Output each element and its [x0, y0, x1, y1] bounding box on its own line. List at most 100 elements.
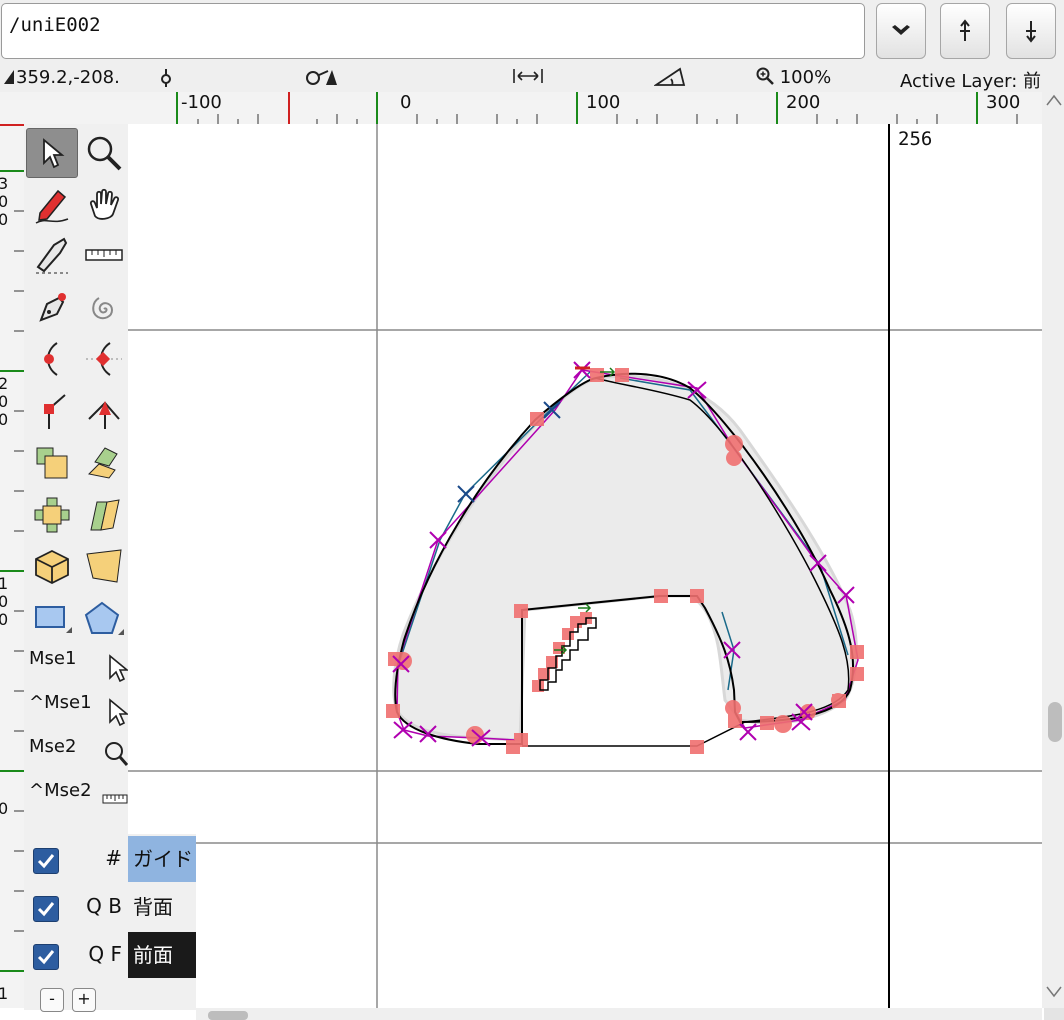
- ruler-ticks: [176, 92, 1018, 124]
- pentagon-icon: [84, 601, 124, 635]
- magnify-tool[interactable]: [78, 128, 130, 178]
- pencil-red-icon: [35, 189, 69, 224]
- layer-name[interactable]: ガイド: [128, 836, 196, 882]
- point-info-icon: [158, 67, 174, 92]
- info-bar: 359.2,-208. 100% Active Layer: 前: [0, 66, 1064, 92]
- flip-icon: [34, 497, 70, 533]
- rectangle-icon: [35, 606, 72, 633]
- menu-button[interactable]: [876, 3, 926, 59]
- perspective-tool[interactable]: [78, 542, 130, 592]
- glyph-canvas[interactable]: [128, 124, 1042, 1008]
- tangent-point-tool[interactable]: [78, 386, 130, 436]
- arrow-down-bar-icon: [1026, 21, 1036, 43]
- corner-point-tool[interactable]: [26, 386, 78, 436]
- vruler-label: 1: [0, 574, 9, 593]
- distance-icon: [512, 67, 544, 90]
- hand-icon: [89, 188, 120, 220]
- knife-tool[interactable]: [26, 230, 78, 280]
- hruler-label: 100: [586, 92, 621, 113]
- glyph-name-input[interactable]: /uniE002: [1, 3, 865, 59]
- ruler-tool[interactable]: [78, 230, 130, 280]
- layer-row-guide[interactable]: # ガイド: [24, 836, 196, 882]
- layer-visible-checkbox[interactable]: [33, 944, 59, 970]
- layer-flag: Q F: [88, 942, 122, 966]
- layers-panel: # ガイド Q B 背面 Q F 前面 - +: [24, 834, 196, 1012]
- ctrl-mouse1-pointer-icon: [109, 698, 128, 726]
- toolbox-palette: Mse1 ^Mse1 Mse2 ^Mse2: [24, 124, 128, 834]
- active-layer-readout: Active Layer: 前: [900, 71, 1042, 92]
- flip-tool[interactable]: [26, 490, 78, 540]
- remove-layer-button[interactable]: -: [40, 988, 64, 1012]
- polygon-tool[interactable]: [78, 594, 130, 644]
- corner-point-icon: [44, 394, 66, 429]
- pointer-tool[interactable]: [26, 128, 78, 178]
- vertical-ruler: 3 0 0 2 0 0 1 0 0 0 1: [0, 124, 25, 1008]
- scale-tool[interactable]: [26, 438, 78, 488]
- vruler-label: 0: [0, 410, 9, 429]
- mouse-binding-label: ^Mse1: [29, 692, 92, 713]
- hruler-label: 300: [986, 92, 1021, 113]
- hruler-label: 0: [400, 92, 412, 113]
- layer-name[interactable]: 背面: [128, 884, 196, 930]
- layer-row-foreground[interactable]: Q F 前面: [24, 932, 196, 978]
- rotate-tool[interactable]: [78, 438, 130, 488]
- vruler-label: 0: [0, 592, 9, 611]
- layer-row-background[interactable]: Q B 背面: [24, 884, 196, 930]
- 3d-rotate-tool[interactable]: [26, 542, 78, 592]
- skew-icon: [90, 499, 120, 531]
- vruler-label: 0: [0, 192, 9, 211]
- pen-tool[interactable]: [26, 284, 78, 334]
- mouse-binding-label: Mse1: [29, 648, 77, 669]
- pen-nib-icon: [39, 293, 66, 322]
- mouse1-pointer-icon: [109, 654, 128, 682]
- checkmark-icon: [37, 950, 55, 965]
- curve-point-icon: [44, 342, 58, 376]
- angle-icon: [653, 67, 686, 92]
- layer-flag: Q B: [86, 894, 122, 918]
- scroll-up-arrow-icon[interactable]: [1046, 94, 1062, 106]
- vertical-scroll-thumb[interactable]: [1048, 702, 1062, 742]
- horizontal-scroll-thumb[interactable]: [208, 1011, 248, 1020]
- horizontal-scrollbar[interactable]: [196, 1008, 1042, 1020]
- vruler-ticks: [0, 124, 24, 972]
- hruler-label: 200: [786, 92, 821, 113]
- magnify-icon: [87, 136, 122, 171]
- hvcurve-point-tool[interactable]: [78, 334, 130, 384]
- checkmark-icon: [37, 854, 55, 869]
- rectangle-tool[interactable]: [26, 594, 78, 644]
- resize-grip[interactable]: [1044, 1008, 1064, 1020]
- layer-visible-checkbox[interactable]: [33, 896, 59, 922]
- add-layer-button[interactable]: +: [72, 988, 96, 1012]
- skew-tool[interactable]: [78, 490, 130, 540]
- previous-glyph-button[interactable]: [940, 3, 990, 59]
- perspective-icon: [86, 549, 122, 583]
- advance-width-label: 256: [898, 128, 933, 150]
- next-glyph-button[interactable]: [1006, 3, 1056, 59]
- chevron-down-icon: [892, 25, 910, 35]
- layer-flag: #: [105, 846, 122, 870]
- layer-visible-checkbox[interactable]: [33, 848, 59, 874]
- knife-icon: [36, 237, 68, 274]
- cursor-arrow-icon: [4, 70, 14, 84]
- vruler-label: 1: [0, 984, 9, 1003]
- vertical-scrollbar[interactable]: [1042, 92, 1064, 1008]
- mouse-binding-label: ^Mse2: [29, 780, 92, 801]
- selection-info-icon: [304, 67, 338, 92]
- scroll-down-arrow-icon[interactable]: [1046, 986, 1062, 998]
- vruler-label: 2: [0, 374, 9, 393]
- freehand-tool[interactable]: [26, 180, 78, 230]
- rotate-icon: [87, 447, 118, 479]
- pointer-icon: [43, 138, 65, 169]
- zoom-readout: 100%: [756, 67, 831, 88]
- scroll-tool[interactable]: [78, 180, 130, 230]
- checkmark-icon: [37, 902, 55, 917]
- tangent-point-icon: [88, 401, 120, 429]
- curve-point-tool[interactable]: [26, 334, 78, 384]
- vruler-label: 0: [0, 610, 9, 629]
- mouse-binding-label: Mse2: [29, 736, 77, 757]
- layer-name[interactable]: 前面: [128, 932, 196, 978]
- scale-icon: [36, 447, 68, 479]
- spiro-tool[interactable]: [78, 284, 130, 334]
- arrow-up-bar-icon: [960, 19, 970, 41]
- vruler-label: 0: [0, 392, 9, 411]
